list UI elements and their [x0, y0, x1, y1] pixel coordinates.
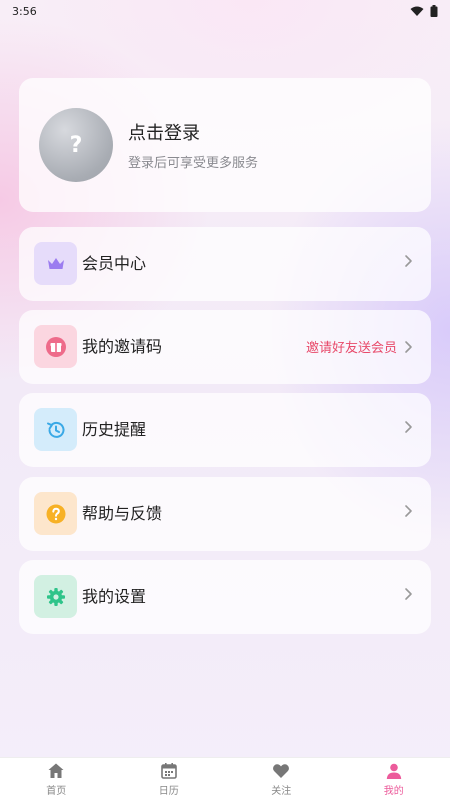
battery-icon — [430, 5, 438, 17]
login-title[interactable]: 点击登录 — [128, 122, 258, 146]
menu-icon-box — [34, 575, 77, 618]
chevron-right-icon — [405, 588, 412, 600]
menu-icon-box — [34, 325, 77, 368]
tab-follow[interactable]: 关注 — [225, 758, 338, 800]
bottom-tab-bar: 首页 日历 关注 我的 — [0, 757, 450, 800]
invite-promo-text[interactable]: 邀请好友送会员 — [306, 337, 397, 356]
status-time: 3:56 — [12, 4, 37, 18]
crown-icon — [47, 257, 64, 269]
chevron-right-icon — [405, 421, 412, 433]
menu-item-history-reminders[interactable]: 历史提醒 — [19, 393, 431, 467]
home-icon — [48, 763, 64, 778]
menu-icon-box — [34, 492, 77, 535]
menu-icon-box — [34, 408, 77, 451]
login-subtitle: 登录后可享受更多服务 — [128, 156, 259, 171]
status-icons — [410, 5, 438, 17]
help-icon — [46, 504, 65, 523]
menu-item-right — [403, 420, 413, 434]
menu-item-label: 我的邀请码 — [82, 337, 163, 356]
tab-calendar[interactable]: 日历 — [113, 758, 226, 800]
avatar[interactable]: ? — [39, 108, 113, 182]
menu-item-invite-code[interactable]: 我的邀请码 邀请好友送会员 — [19, 310, 431, 384]
person-icon — [386, 763, 401, 779]
history-icon — [46, 421, 64, 438]
chevron-right-icon — [405, 505, 412, 517]
tab-label: 首页 — [46, 785, 67, 797]
menu-item-vip-center[interactable]: 会员中心 — [19, 227, 431, 301]
tab-home[interactable]: 首页 — [0, 758, 113, 800]
heart-icon — [273, 763, 290, 778]
menu-icon-box — [34, 242, 77, 285]
menu-item-label: 历史提醒 — [82, 420, 147, 439]
tab-label: 日历 — [158, 785, 179, 797]
menu-item-label: 我的设置 — [82, 587, 147, 606]
tab-mine[interactable]: 我的 — [338, 758, 450, 800]
tab-label: 我的 — [383, 785, 404, 797]
gift-icon — [45, 336, 66, 357]
menu-item-right — [403, 504, 413, 518]
menu-item-right: 邀请好友送会员 — [306, 337, 413, 356]
menu-item-label: 帮助与反馈 — [82, 504, 163, 523]
status-bar: 3:56 — [0, 0, 450, 22]
menu-item-right — [403, 587, 413, 601]
profile-text: 点击登录 登录后可享受更多服务 — [128, 122, 258, 171]
menu-item-help-feedback[interactable]: 帮助与反馈 — [19, 477, 431, 551]
chevron-right-icon — [405, 255, 412, 267]
chevron-right-icon — [405, 340, 412, 353]
tab-label: 关注 — [271, 785, 292, 797]
menu-item-right — [403, 254, 413, 268]
avatar-placeholder: ? — [69, 132, 83, 158]
gear-icon — [46, 587, 65, 606]
menu-item-label: 会员中心 — [82, 254, 147, 273]
profile-card[interactable]: ? 点击登录 登录后可享受更多服务 — [19, 78, 431, 212]
calendar-icon — [160, 762, 177, 779]
menu-item-settings[interactable]: 我的设置 — [19, 560, 431, 634]
wifi-icon — [410, 6, 424, 16]
